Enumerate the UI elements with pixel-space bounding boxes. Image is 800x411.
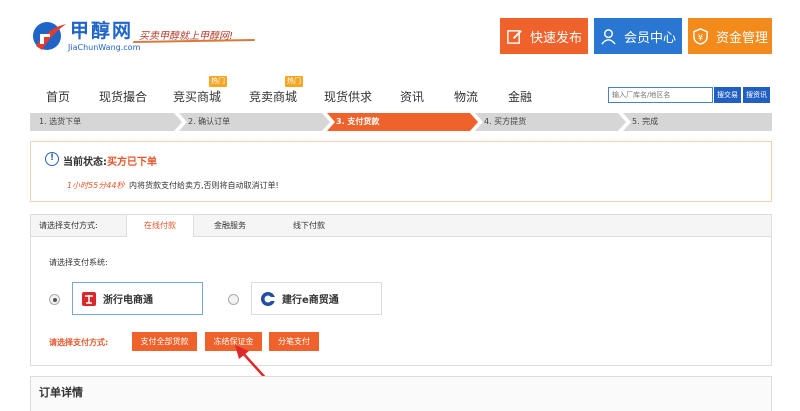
ccb-bank-icon bbox=[261, 291, 275, 306]
step-2: 2. 确认订单 bbox=[178, 113, 330, 131]
member-center-button[interactable]: 会员中心 bbox=[594, 18, 682, 54]
fund-management-button[interactable]: ¥ 资金管理 bbox=[688, 18, 772, 54]
step-label: 2. 确认订单 bbox=[188, 117, 231, 126]
hot-badge: 热门 bbox=[209, 76, 227, 87]
nav-item-finance[interactable]: 金融 bbox=[508, 88, 532, 105]
info-icon: ! bbox=[45, 152, 59, 166]
step-label: 5. 完成 bbox=[632, 117, 659, 126]
step-1: 1. 选货下单 bbox=[30, 113, 182, 131]
payment-tabs-label: 请选择支付方式: bbox=[39, 221, 98, 230]
logo-swoosh-icon bbox=[33, 22, 66, 50]
status-value: 买方已下单 bbox=[107, 157, 157, 168]
order-detail-title: 订单详情 bbox=[39, 386, 83, 399]
nav-item-home[interactable]: 首页 bbox=[46, 88, 70, 105]
step-5: 5. 完成 bbox=[622, 113, 772, 131]
bank-option-ccb[interactable]: 建行e商贸通 bbox=[251, 282, 382, 315]
countdown-message: 内将货款支付给卖方,否则将自动取消订单! bbox=[129, 181, 279, 190]
nav-item-auction-buy[interactable]: 竞买商城 bbox=[173, 88, 221, 105]
quick-publish-button[interactable]: 快速发布 bbox=[500, 18, 588, 54]
countdown-timer: 1小时55分44秒 bbox=[67, 181, 125, 190]
logo-url: JiaChunWang.com bbox=[68, 43, 141, 52]
pay-full-button[interactable]: 支付全部货款 bbox=[132, 332, 197, 351]
nav-item-auction-sell[interactable]: 竞卖商城 bbox=[249, 88, 297, 105]
payment-method-label: 请选择支付方式: bbox=[49, 338, 109, 347]
step-4: 4. 买方提货 bbox=[474, 113, 626, 131]
nav-item-logistics[interactable]: 物流 bbox=[454, 88, 478, 105]
quick-publish-label: 快速发布 bbox=[529, 30, 582, 46]
payment-tabs: 请选择支付方式: 在线付款 金融服务 线下付款 bbox=[31, 214, 771, 237]
step-label: 3. 支付货款 bbox=[336, 117, 380, 126]
order-detail-panel: 订单详情 bbox=[30, 376, 772, 411]
nav-item-news[interactable]: 资讯 bbox=[400, 88, 424, 105]
radio-zheshang[interactable] bbox=[49, 294, 60, 305]
bank-option-zheshang[interactable]: 浙行电商通 bbox=[72, 282, 203, 315]
nav-item-spot-supply[interactable]: 现货供求 bbox=[324, 88, 372, 105]
fund-management-label: 资金管理 bbox=[715, 30, 768, 46]
yen-shield-icon: ¥ bbox=[693, 27, 708, 45]
zheshang-bank-icon bbox=[82, 291, 96, 306]
step-label: 4. 买方提货 bbox=[484, 117, 527, 126]
bank-name: 浙行电商通 bbox=[103, 295, 153, 306]
order-status-panel: ! 当前状态: 买方已下单 1小时55分44秒 内将货款支付给卖方,否则将自动取… bbox=[30, 141, 772, 202]
search-input[interactable] bbox=[608, 87, 713, 103]
progress-steps: 1. 选货下单 2. 确认订单 3. 支付货款 4. 买方提货 5. 完成 bbox=[30, 113, 772, 131]
step-label: 1. 选货下单 bbox=[39, 117, 82, 126]
member-center-label: 会员中心 bbox=[623, 30, 676, 46]
tab-finance-service[interactable]: 金融服务 bbox=[214, 220, 246, 231]
payment-system-label: 请选择支付系统: bbox=[49, 258, 108, 267]
bank-name: 建行e商贸通 bbox=[282, 295, 339, 306]
hot-badge: 热门 bbox=[285, 76, 303, 87]
status-label: 当前状态: bbox=[63, 157, 107, 168]
nav-item-spot-matching[interactable]: 现货撮合 bbox=[99, 88, 147, 105]
svg-text:¥: ¥ bbox=[698, 33, 704, 43]
payment-panel: 请选择支付方式: 在线付款 金融服务 线下付款 请选择支付系统: 浙行电商通 建… bbox=[30, 214, 772, 394]
edit-icon bbox=[507, 29, 522, 44]
logo-title: 甲醇网 bbox=[70, 20, 134, 42]
search-news-button[interactable]: 搜资讯 bbox=[743, 87, 770, 103]
tab-offline-payment[interactable]: 线下付款 bbox=[293, 220, 325, 231]
user-icon bbox=[601, 28, 616, 45]
tab-online-payment[interactable]: 在线付款 bbox=[126, 214, 194, 237]
site-logo[interactable]: 甲醇网 JiaChunWang.com bbox=[30, 16, 140, 58]
step-3-active: 3. 支付货款 bbox=[326, 113, 478, 131]
radio-ccb[interactable] bbox=[228, 294, 239, 305]
search-trade-button[interactable]: 搜交易 bbox=[714, 87, 741, 103]
